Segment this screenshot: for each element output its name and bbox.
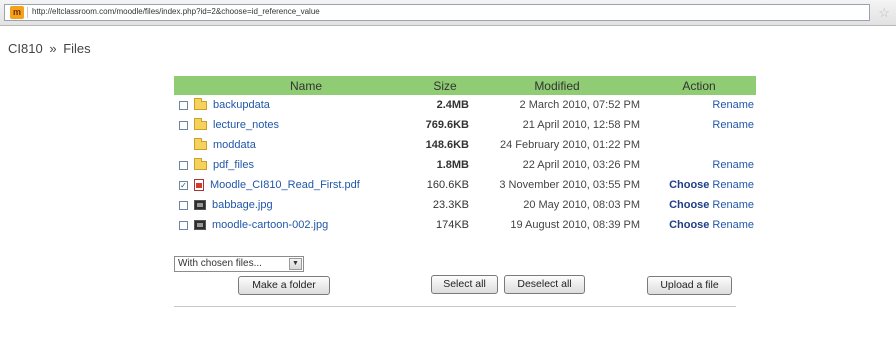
pdf-icon — [194, 179, 204, 192]
cell-name: lecture_notes — [174, 115, 418, 135]
cell-size: 160.6KB — [426, 179, 469, 191]
cell-modified: 3 November 2010, 03:55 PM — [499, 179, 640, 191]
make-folder-button[interactable]: Make a folder — [238, 276, 330, 295]
cell-action — [642, 135, 756, 155]
breadcrumb-current: Files — [63, 41, 91, 56]
cell-size: 23.3KB — [432, 199, 469, 211]
breadcrumb-course[interactable]: CI810 — [8, 41, 43, 56]
row-checkbox[interactable]: ✓ — [179, 180, 188, 190]
cell-modified: 20 May 2010, 08:03 PM — [523, 199, 640, 211]
rename-link[interactable]: Rename — [712, 159, 754, 171]
header-action: Action — [642, 76, 756, 95]
select-all-button[interactable]: Select all — [431, 275, 498, 294]
row-checkbox[interactable] — [179, 220, 188, 230]
table-row: pdf_files 1.8MB 22 April 2010, 03:26 PM Ren… — [174, 155, 756, 175]
file-link[interactable]: backupdata — [213, 99, 270, 111]
choose-link[interactable]: Choose — [669, 219, 709, 231]
folder-icon — [194, 117, 207, 130]
cell-name: pdf_files — [174, 155, 418, 175]
cell-size: 148.6KB — [425, 139, 469, 151]
file-link[interactable]: pdf_files — [213, 159, 254, 171]
folder-icon — [194, 157, 207, 170]
files-table-body: backupdata 2.4MB 2 March 2010, 07:52 PM Ren… — [174, 95, 756, 235]
header-size[interactable]: Size — [418, 76, 472, 95]
moodle-favicon-icon: m — [10, 6, 24, 19]
table-row: backupdata 2.4MB 2 March 2010, 07:52 PM Ren… — [174, 95, 756, 115]
cell-modified: 2 March 2010, 07:52 PM — [519, 99, 640, 111]
row-checkbox[interactable] — [179, 120, 188, 130]
browser-address-bar: m http://eltclassroom.com/moodle/files/i… — [0, 0, 896, 26]
cell-size: 2.4MB — [436, 99, 469, 111]
cell-name: moddata — [174, 135, 418, 155]
rename-link[interactable]: Rename — [712, 119, 754, 131]
table-row: babbage.jpg 23.3KB 20 May 2010, 08:03 PM Ch… — [174, 195, 756, 215]
breadcrumb: CI810 » Files — [8, 41, 91, 56]
table-row: moodle-cartoon-002.jpg 174KB 19 August 201… — [174, 215, 756, 235]
bookmark-star-icon[interactable]: ☆ — [878, 4, 890, 21]
cell-action: Rename — [642, 155, 756, 175]
upload-file-button[interactable]: Upload a file — [647, 276, 732, 295]
cell-action: Choose Rename — [642, 215, 756, 235]
image-icon — [194, 220, 206, 231]
image-icon — [194, 200, 206, 211]
file-link[interactable]: moodle-cartoon-002.jpg — [212, 219, 328, 231]
cell-size: 769.6KB — [425, 119, 469, 131]
with-chosen-files-select[interactable]: With chosen files... ▼ — [174, 256, 304, 272]
rename-link[interactable]: Rename — [712, 219, 754, 231]
cell-modified: 19 August 2010, 08:39 PM — [510, 219, 640, 231]
rename-link[interactable]: Rename — [712, 99, 754, 111]
cell-size: 174KB — [435, 219, 469, 231]
cell-name: babbage.jpg — [174, 195, 418, 215]
chevron-down-icon[interactable]: ▼ — [289, 258, 302, 270]
cell-size: 1.8MB — [436, 159, 469, 171]
row-checkbox[interactable] — [179, 200, 188, 210]
breadcrumb-separator: » — [49, 41, 57, 56]
cell-modified: 24 February 2010, 01:22 PM — [499, 139, 640, 151]
folder-icon — [194, 97, 207, 110]
cell-name: ✓ Moodle_CI810_Read_First.pdf — [174, 175, 418, 195]
choose-link[interactable]: Choose — [669, 179, 709, 191]
file-link[interactable]: babbage.jpg — [212, 199, 273, 211]
url-field[interactable]: m http://eltclassroom.com/moodle/files/i… — [4, 4, 870, 21]
row-checkbox[interactable] — [179, 160, 188, 170]
table-row: moddata 148.6KB 24 February 2010, 01:22 PM — [174, 135, 756, 155]
choose-link[interactable]: Choose — [669, 199, 709, 211]
cell-action: Rename — [642, 95, 756, 115]
rename-link[interactable]: Rename — [712, 179, 754, 191]
file-link[interactable]: Moodle_CI810_Read_First.pdf — [210, 179, 360, 191]
url-text[interactable]: http://eltclassroom.com/moodle/files/ind… — [32, 7, 320, 16]
cell-action: Choose Rename — [642, 175, 756, 195]
cell-name: backupdata — [174, 95, 418, 115]
row-checkbox[interactable] — [179, 100, 188, 110]
cell-name: moodle-cartoon-002.jpg — [174, 215, 418, 235]
deselect-all-button[interactable]: Deselect all — [504, 275, 585, 294]
table-row: ✓ Moodle_CI810_Read_First.pdf 160.6KB 3 Nov… — [174, 175, 756, 195]
file-link[interactable]: lecture_notes — [213, 119, 279, 131]
with-chosen-files-value: With chosen files... — [178, 258, 262, 269]
cell-modified: 22 April 2010, 03:26 PM — [522, 159, 640, 171]
cell-modified: 21 April 2010, 12:58 PM — [522, 119, 640, 131]
url-separator — [27, 7, 28, 18]
files-table: Name Size Modified Action backupdata 2.4M… — [174, 76, 756, 235]
cell-action: Rename — [642, 115, 756, 135]
table-header-row: Name Size Modified Action — [174, 76, 756, 95]
folder-icon — [194, 137, 207, 150]
header-modified[interactable]: Modified — [472, 76, 642, 95]
file-link[interactable]: moddata — [213, 139, 256, 151]
divider — [174, 306, 736, 307]
table-row: lecture_notes 769.6KB 21 April 2010, 12:58… — [174, 115, 756, 135]
header-name[interactable]: Name — [174, 76, 418, 95]
rename-link[interactable]: Rename — [712, 199, 754, 211]
cell-action: Choose Rename — [642, 195, 756, 215]
